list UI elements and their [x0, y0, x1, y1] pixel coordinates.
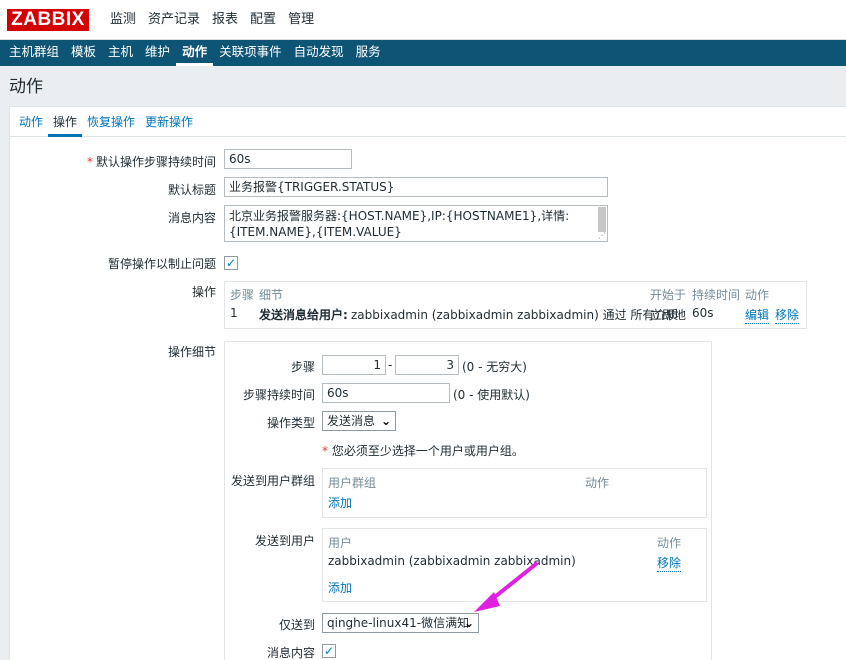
sub-nav-maintenance[interactable]: 维护	[139, 40, 176, 66]
od-u-add-link[interactable]: 添加	[328, 579, 352, 596]
tab-operations[interactable]: 操作	[48, 107, 83, 137]
od-duration-hint: (0 - 使用默认)	[453, 388, 530, 402]
sub-nav-services[interactable]: 服务	[350, 40, 387, 66]
page-title: 动作	[9, 77, 43, 97]
od-warning-text: 您必须至少选择一个用户或用户组。	[331, 444, 524, 458]
message-line-1: 北京业务报警服务器:{HOST.NAME},IP:{HOSTNAME1},详情:	[229, 209, 570, 223]
od-send-only-value: qinghe-linux41-微信满知	[327, 616, 470, 630]
annotation-arrow	[474, 562, 538, 612]
sub-nav-discovery[interactable]: 自动发现	[288, 40, 350, 66]
col-start-in: 开始于	[650, 288, 687, 302]
od-message-label: 消息内容	[266, 646, 315, 660]
tab-recovery-operations[interactable]: 恢复操作	[82, 107, 140, 137]
od-warning: * 您必须至少选择一个用户或用户组。	[322, 442, 524, 459]
od-u-remove-link[interactable]: 移除	[657, 554, 682, 572]
op-detail-rest: zabbixadmin (zabbixadmin zabbixadmin) 通过…	[351, 308, 679, 322]
op-duration: 60s	[692, 306, 714, 320]
chevron-down-icon: ⌄	[463, 616, 474, 630]
od-user-groups-table: 用户群组 动作 添加	[322, 468, 707, 518]
od-steps-hint: (0 - 无穷大)	[462, 360, 527, 374]
sub-nav-actions[interactable]: 动作	[176, 40, 214, 66]
op-details-label: 操作细节	[167, 345, 216, 359]
od-ug-add-link[interactable]: 添加	[328, 494, 352, 511]
required-mark: *	[86, 155, 93, 169]
od-u-col-user: 用户	[328, 536, 353, 550]
step-duration-label: * 默认操作步骤持续时间	[87, 153, 216, 170]
od-user-groups-label: 发送到用户群组	[230, 474, 315, 488]
od-steps-label: 步骤	[290, 360, 315, 374]
subject-input[interactable]: 业务报警{TRIGGER.STATUS}	[224, 177, 608, 197]
od-type-value: 发送消息	[327, 414, 376, 428]
main-nav-configuration[interactable]: 配置	[244, 0, 282, 40]
message-line-2: {ITEM.NAME},{ITEM.VALUE}	[229, 225, 402, 239]
main-nav-administration[interactable]: 管理	[282, 0, 320, 40]
sub-nav-host-groups[interactable]: 主机群组	[3, 40, 65, 66]
tab-update-operations[interactable]: 更新操作	[140, 107, 198, 137]
sub-nav-templates[interactable]: 模板	[65, 40, 102, 66]
operations-label: 操作	[191, 285, 216, 299]
od-users-label: 发送到用户	[254, 534, 315, 548]
od-type-select[interactable]: 发送消息 ⌄	[322, 411, 396, 431]
tab-action[interactable]: 动作	[14, 107, 48, 137]
od-duration-label: 步骤持续时间	[242, 388, 315, 402]
sub-nav: 主机群组 模板 主机 维护 动作 关联项事件 自动发现 服务	[0, 40, 846, 66]
col-action: 动作	[745, 288, 770, 302]
od-steps-sep: -	[388, 358, 393, 372]
main-nav-inventory[interactable]: 资产记录	[142, 0, 206, 40]
pause-checkbox[interactable]: ✓	[224, 256, 238, 270]
od-ug-col-group: 用户群组	[328, 476, 377, 490]
sub-nav-event-correlation[interactable]: 关联项事件	[213, 40, 288, 66]
main-nav-monitoring[interactable]: 监测	[104, 0, 142, 40]
op-detail-bold: 发送消息给用户:	[259, 308, 348, 322]
od-send-only-select[interactable]: qinghe-linux41-微信满知 ⌄	[322, 613, 479, 633]
col-details: 细节	[259, 288, 284, 302]
od-ug-col-action: 动作	[585, 476, 610, 490]
op-step: 1	[230, 306, 238, 320]
od-warning-mark: *	[322, 444, 328, 458]
od-type-label: 操作类型	[266, 416, 315, 430]
top-bar: ZABBIX 监测 资产记录 报表 配置 管理	[0, 0, 846, 40]
pause-label: 暂停操作以制止问题	[107, 257, 216, 271]
od-steps-from-input[interactable]: 1	[322, 355, 386, 375]
step-duration-input[interactable]: 60s	[224, 149, 352, 169]
sub-nav-hosts[interactable]: 主机	[102, 40, 139, 66]
od-u-col-action: 动作	[657, 536, 682, 550]
od-send-only-label: 仅送到	[278, 618, 315, 632]
col-duration: 持续时间	[692, 288, 741, 302]
form-panel: 动作 操作 恢复操作 更新操作 * 默认操作步骤持续时间 60s 默认标题 业务报…	[9, 106, 846, 660]
od-message-checkbox[interactable]: ✓	[322, 644, 336, 658]
od-steps-to-input[interactable]: 3	[395, 355, 459, 375]
subject-label: 默认标题	[167, 183, 216, 197]
op-start-in: 立即地	[650, 308, 687, 322]
od-duration-input[interactable]: 60s	[322, 383, 450, 403]
zabbix-logo[interactable]: ZABBIX	[7, 9, 89, 31]
message-textarea[interactable]: 北京业务报警服务器:{HOST.NAME},IP:{HOSTNAME1},详情:…	[224, 205, 608, 242]
col-steps: 步骤	[230, 288, 255, 302]
main-nav-reports[interactable]: 报表	[206, 0, 244, 40]
op-details-panel: 步骤 1 - 3 (0 - 无穷大) 步骤持续时间 60s (0 - 使用默认)…	[224, 341, 712, 660]
resize-grip-icon[interactable]: ⋰	[598, 232, 606, 240]
chevron-down-icon: ⌄	[380, 414, 391, 428]
form-tabs: 动作 操作 恢复操作 更新操作	[10, 107, 846, 137]
op-remove-link[interactable]: 移除	[775, 306, 800, 324]
step-duration-label-text: 默认操作步骤持续时间	[95, 155, 216, 169]
message-label: 消息内容	[167, 211, 216, 225]
op-edit-link[interactable]: 编辑	[745, 306, 770, 324]
operations-table: 步骤 细节 开始于 持续时间 动作 1 发送消息给用户: zabbixadmin…	[224, 281, 807, 329]
textarea-scrollbar[interactable]	[598, 207, 606, 232]
main-nav: 监测 资产记录 报表 配置 管理	[104, 0, 320, 40]
